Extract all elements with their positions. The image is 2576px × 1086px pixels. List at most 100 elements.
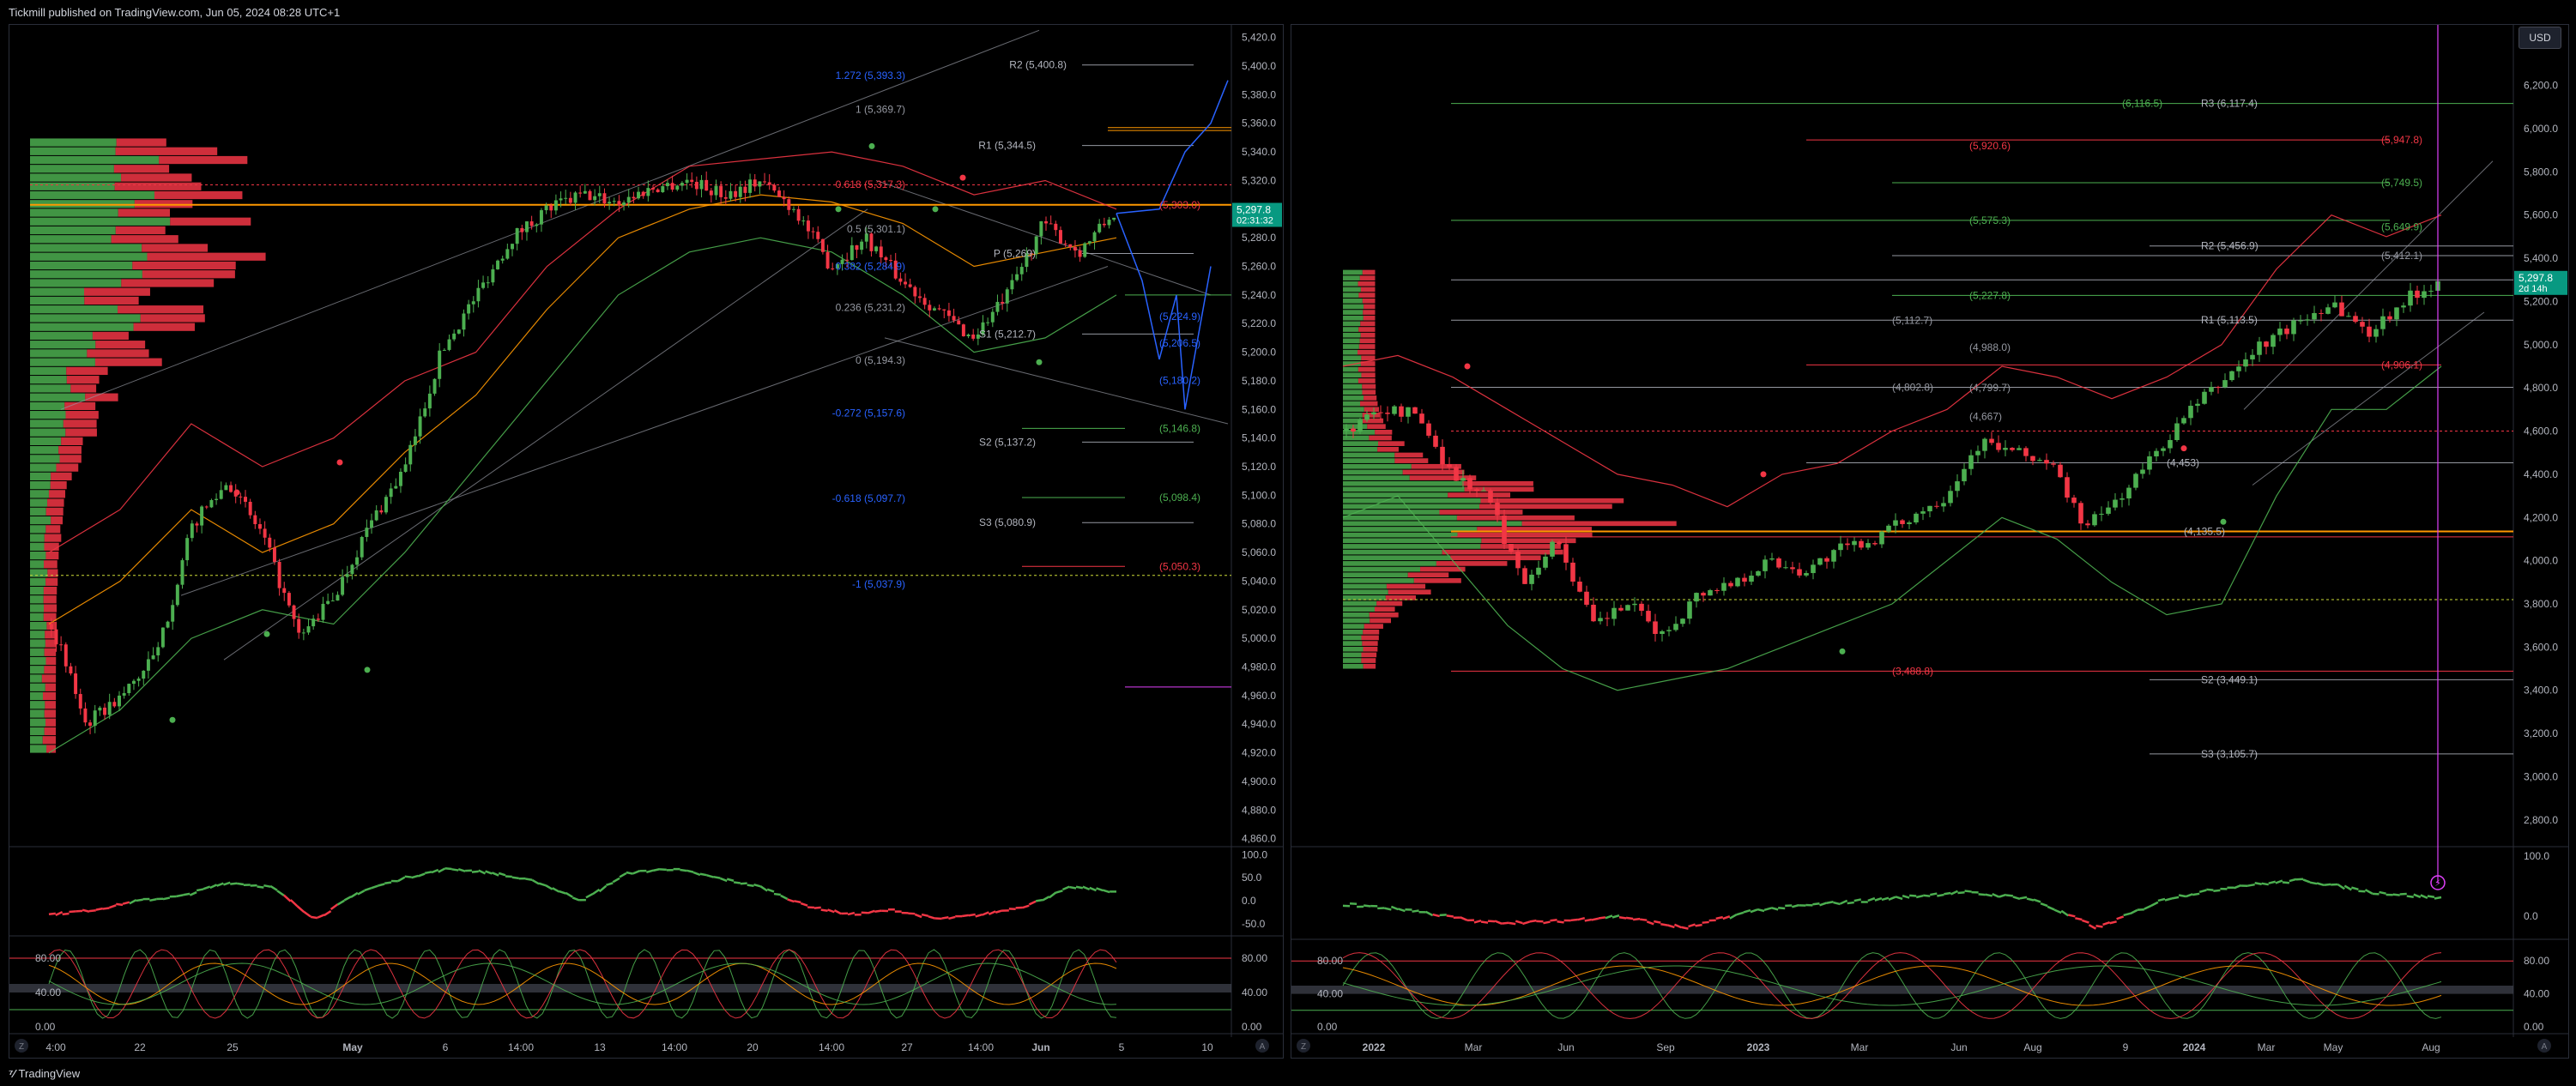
rsi-line-segment — [2109, 920, 2117, 925]
rsi-line-segment — [619, 872, 627, 878]
rsi-line-segment — [1902, 894, 1910, 899]
rsi-line-segment — [1515, 920, 1523, 925]
volume-profile-up-bar — [1343, 544, 1481, 549]
candle-body — [1769, 558, 1775, 560]
rsi-line-segment — [478, 869, 487, 875]
candle-body — [787, 199, 791, 210]
volume-profile-down-bar — [94, 358, 162, 366]
candle-body — [2284, 329, 2289, 335]
rsi-line-segment — [2171, 896, 2180, 900]
rsi-line-segment — [1494, 920, 1503, 925]
stoch-neutral-band — [1291, 986, 2513, 994]
volume-profile-up-bar — [30, 507, 46, 516]
footer-bar: ⁷⁄ TradingView — [0, 1060, 2576, 1086]
candle-body — [1817, 558, 1823, 565]
time-axis-label: 10 — [1201, 1041, 1213, 1053]
candle-body — [1351, 428, 1356, 432]
candle-body — [2291, 320, 2296, 335]
candle-body — [685, 179, 689, 184]
time-axis-label: Mar — [1851, 1041, 1869, 1053]
candle-body — [1756, 570, 1761, 576]
candle-body — [496, 260, 500, 269]
candle-body — [632, 196, 636, 199]
rsi-line-segment — [343, 896, 352, 902]
candle-body — [723, 196, 728, 199]
stoch-axis-label-left: 0.00 — [35, 1021, 56, 1033]
rsi-line-segment — [2164, 897, 2173, 902]
candle-body — [1914, 513, 1919, 523]
candle-body — [820, 238, 825, 252]
rsi-line-segment — [438, 867, 446, 873]
candle-body — [505, 249, 510, 259]
rsi-line-segment — [1557, 920, 1564, 924]
left-chart-panel[interactable]: 5,420.0 5,400.0 5,380.0 5,360.0 5,340.0 5,320… — [9, 24, 1284, 1059]
volume-profile-up-bar — [30, 639, 45, 648]
candle-body — [1941, 503, 1946, 507]
volume-profile-up-bar — [1343, 646, 1364, 652]
candle-body — [156, 647, 160, 655]
candle-body — [301, 632, 305, 634]
level-label: S2 (5,137.2) — [979, 436, 1036, 448]
rsi-line-segment — [726, 878, 735, 882]
candle-body — [59, 644, 63, 646]
volume-profile-up-bar — [1343, 293, 1359, 298]
bar-countdown: 02:31:32 — [1237, 215, 1273, 226]
volume-profile-down-bar — [70, 384, 97, 393]
candle-body — [2017, 448, 2022, 450]
rsi-line-segment — [1770, 906, 1779, 911]
volume-profile-up-bar — [1343, 269, 1363, 275]
rsi-line-segment — [1612, 914, 1620, 919]
rsi-line-segment — [1502, 921, 1509, 925]
candle-body — [801, 220, 806, 222]
price-axis-label: 5,240.0 — [1242, 289, 1276, 301]
currency-button[interactable]: USD — [2519, 27, 2561, 49]
rsi-line-segment — [1591, 917, 1599, 921]
rsi-line-segment — [545, 884, 553, 890]
rsi-line-segment — [1957, 891, 1965, 895]
left-chart-svg[interactable]: 5,420.0 5,400.0 5,380.0 5,360.0 5,340.0 5,320… — [9, 25, 1283, 1058]
right-chart-svg[interactable]: 6,400.06,200.06,000.05,800.05,600.05,400… — [1291, 25, 2568, 1058]
volume-profile-down-bar — [140, 314, 205, 323]
right-chart-panel[interactable]: 6,400.06,200.06,000.05,800.05,600.05,400… — [1291, 24, 2569, 1059]
rsi-line-segment — [552, 887, 560, 893]
level-label: (4,988.0) — [1969, 341, 2011, 353]
volume-profile-down-bar — [51, 472, 72, 480]
signal-dot — [932, 206, 939, 213]
rsi-line-segment — [176, 894, 184, 898]
volume-profile-up-bar — [30, 182, 115, 190]
rsi-line-segment — [1412, 909, 1419, 913]
time-axis-label: Aug — [2422, 1041, 2440, 1053]
stoch-axis-label-left: 80.00 — [35, 952, 61, 964]
candle-body — [2401, 305, 2406, 308]
candle-body — [777, 190, 781, 197]
volume-profile-down-bar — [61, 437, 83, 446]
rsi-line-segment — [149, 897, 157, 902]
volume-profile-up-bar — [30, 472, 51, 480]
rsi-line-segment — [95, 907, 103, 911]
candle-body — [2319, 312, 2324, 314]
rsi-line-segment — [585, 892, 594, 899]
candle-body — [1955, 481, 1960, 492]
rsi-line-segment — [2144, 904, 2152, 910]
volume-profile-up-bar — [1343, 606, 1375, 612]
rsi-line-segment — [498, 872, 506, 877]
volume-profile-down-bar — [1436, 561, 1508, 566]
price-axis-label: 4,900.0 — [1242, 775, 1276, 787]
rsi-line-segment — [2275, 879, 2283, 884]
bar-countdown: 2d 14h — [2519, 284, 2548, 294]
volume-profile-down-bar — [51, 516, 63, 525]
volume-profile-down-bar — [56, 463, 79, 472]
candle-body — [268, 537, 272, 548]
level-label: R1 (5,344.5) — [978, 140, 1036, 152]
candle-body — [330, 600, 335, 602]
lower-band-line — [48, 237, 1117, 754]
rsi-line-segment — [2316, 882, 2325, 886]
tradingview-logo[interactable]: ⁷⁄ TradingView — [9, 1067, 80, 1080]
candle-body — [389, 488, 393, 498]
candle-body — [1625, 605, 1630, 611]
candle-body — [2168, 439, 2173, 449]
time-axis-label: 13 — [594, 1041, 606, 1053]
candle-body — [1660, 630, 1665, 635]
rsi-line-segment — [1833, 901, 1841, 906]
candle-body — [2428, 290, 2434, 292]
